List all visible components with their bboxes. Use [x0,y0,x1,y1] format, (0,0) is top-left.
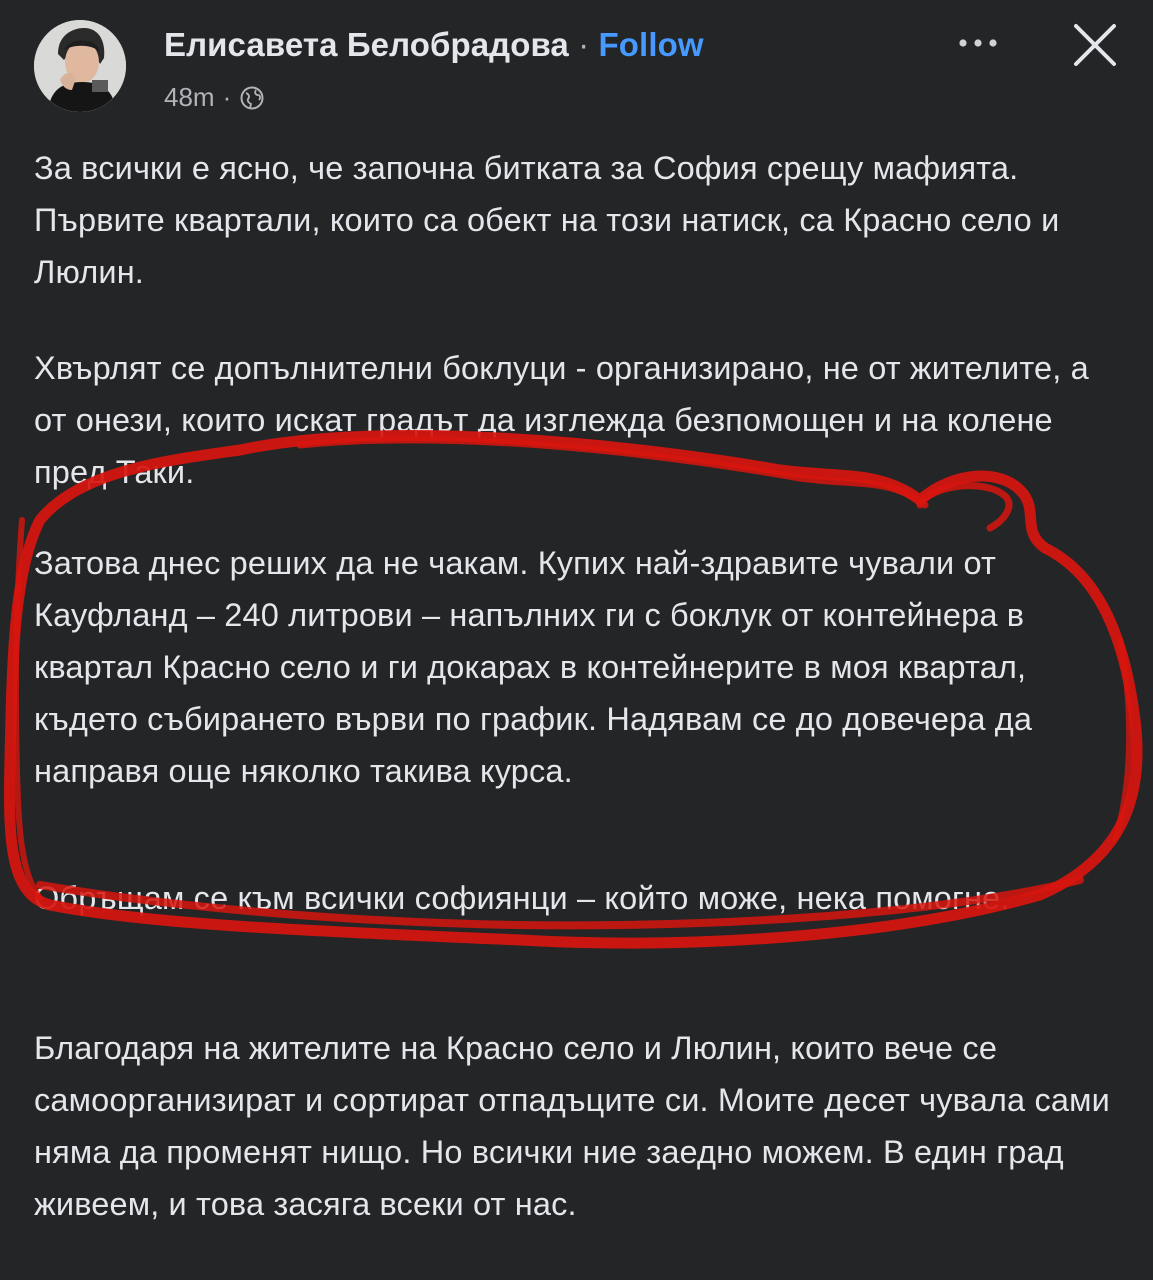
post-paragraph: Хвърлят се допълнителни боклуци - органи… [34,350,1089,490]
post-paragraph-highlighted: Затова днес реших да не чакам. Купих най… [34,545,1033,789]
header-separator: · [578,26,590,63]
follow-button[interactable]: Follow [599,26,704,63]
author-avatar[interactable] [34,20,126,112]
meta-separator: · [222,82,232,112]
post-paragraph: За всички е ясно, че започна битката за … [34,150,1060,290]
facebook-post: Елисавета Белобрадова · Follow 48m · За … [0,0,1153,1280]
more-options-icon[interactable] [948,18,1008,68]
post-header-line: Елисавета Белобрадова · Follow [164,26,704,64]
post-timestamp[interactable]: 48m [164,82,215,113]
globe-icon [239,85,265,111]
post-paragraph: Благодаря на жителите на Красно село и Л… [34,1030,1110,1222]
avatar-photo [34,20,126,112]
author-name[interactable]: Елисавета Белобрадова [164,26,569,63]
post-paragraph: Обръщам се към всички софиянци – който м… [34,880,1010,916]
post-meta: 48m · [164,82,265,113]
close-icon[interactable] [1068,18,1122,72]
